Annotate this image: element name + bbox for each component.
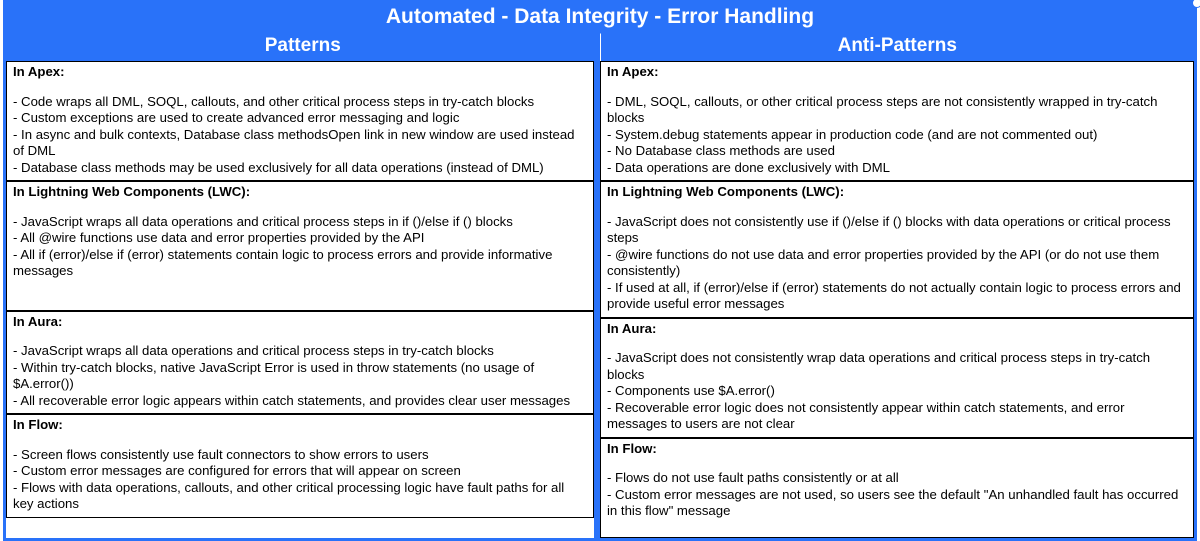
patterns-lwc: In Lightning Web Components (LWC): - Jav… <box>6 181 594 311</box>
bullet: - All if (error)/else if (error) stateme… <box>13 247 587 280</box>
bullet: - JavaScript does not consistently wrap … <box>607 350 1187 383</box>
patterns-column: In Apex: - Code wraps all DML, SOQL, cal… <box>6 61 600 538</box>
bullet: - Within try-catch blocks, native JavaSc… <box>13 360 587 393</box>
subheader-row: Patterns Anti-Patterns <box>6 33 1194 61</box>
bullet: - Custom exceptions are used to create a… <box>13 110 587 127</box>
bullet: - JavaScript does not consistently use i… <box>607 214 1187 247</box>
bullet: - Code wraps all DML, SOQL, callouts, an… <box>13 94 587 111</box>
bullet: - Components use $A.error() <box>607 383 1187 400</box>
cell-heading: In Apex: <box>607 64 1187 81</box>
bullet: - JavaScript wraps all data operations a… <box>13 343 587 360</box>
cell-heading: In Flow: <box>13 417 587 434</box>
bullet: - All recoverable error logic appears wi… <box>13 393 587 410</box>
cell-heading: In Aura: <box>13 314 587 331</box>
cell-heading: In Lightning Web Components (LWC): <box>607 184 1187 201</box>
patterns-aura: In Aura: - JavaScript wraps all data ope… <box>6 311 594 415</box>
bullet: - Data operations are done exclusively w… <box>607 160 1187 177</box>
anti-patterns-header: Anti-Patterns <box>601 33 1195 61</box>
bullet: - In async and bulk contexts, Database c… <box>13 127 587 160</box>
bullet: - JavaScript wraps all data operations a… <box>13 214 587 231</box>
bullet: - Custom error messages are configured f… <box>13 463 587 480</box>
bullet: - If used at all, if (error)/else if (er… <box>607 280 1187 313</box>
bullet: - DML, SOQL, callouts, or other critical… <box>607 94 1187 127</box>
cell-heading: In Aura: <box>607 321 1187 338</box>
patterns-apex: In Apex: - Code wraps all DML, SOQL, cal… <box>6 61 594 181</box>
bullet: - Custom error messages are not used, so… <box>607 487 1187 520</box>
bullet: - No Database class methods are used <box>607 143 1187 160</box>
patterns-flow: In Flow: - Screen flows consistently use… <box>6 414 594 518</box>
bullet: - Screen flows consistently use fault co… <box>13 447 587 464</box>
anti-lwc: In Lightning Web Components (LWC): - Jav… <box>600 181 1194 318</box>
anti-aura: In Aura: - JavaScript does not consisten… <box>600 318 1194 438</box>
bullet: - All @wire functions use data and error… <box>13 230 587 247</box>
bullet: - @wire functions do not use data and er… <box>607 247 1187 280</box>
cell-heading: In Lightning Web Components (LWC): <box>13 184 587 201</box>
patterns-header: Patterns <box>6 33 601 61</box>
bullet: - Database class methods may be used exc… <box>13 160 587 177</box>
selection-handle-icon[interactable] <box>1192 0 1200 8</box>
comparison-table: Automated - Data Integrity - Error Handl… <box>3 0 1197 541</box>
bullet: - System.debug statements appear in prod… <box>607 127 1187 144</box>
cell-heading: In Flow: <box>607 441 1187 458</box>
anti-patterns-column: In Apex: - DML, SOQL, callouts, or other… <box>600 61 1194 538</box>
bullet: - Flows do not use fault paths consisten… <box>607 470 1187 487</box>
cell-heading: In Apex: <box>13 64 587 81</box>
anti-flow: In Flow: - Flows do not use fault paths … <box>600 438 1194 538</box>
bullet: - Recoverable error logic does not consi… <box>607 400 1187 433</box>
bullet: - Flows with data operations, callouts, … <box>13 480 587 513</box>
anti-apex: In Apex: - DML, SOQL, callouts, or other… <box>600 61 1194 181</box>
main-title: Automated - Data Integrity - Error Handl… <box>6 3 1194 33</box>
